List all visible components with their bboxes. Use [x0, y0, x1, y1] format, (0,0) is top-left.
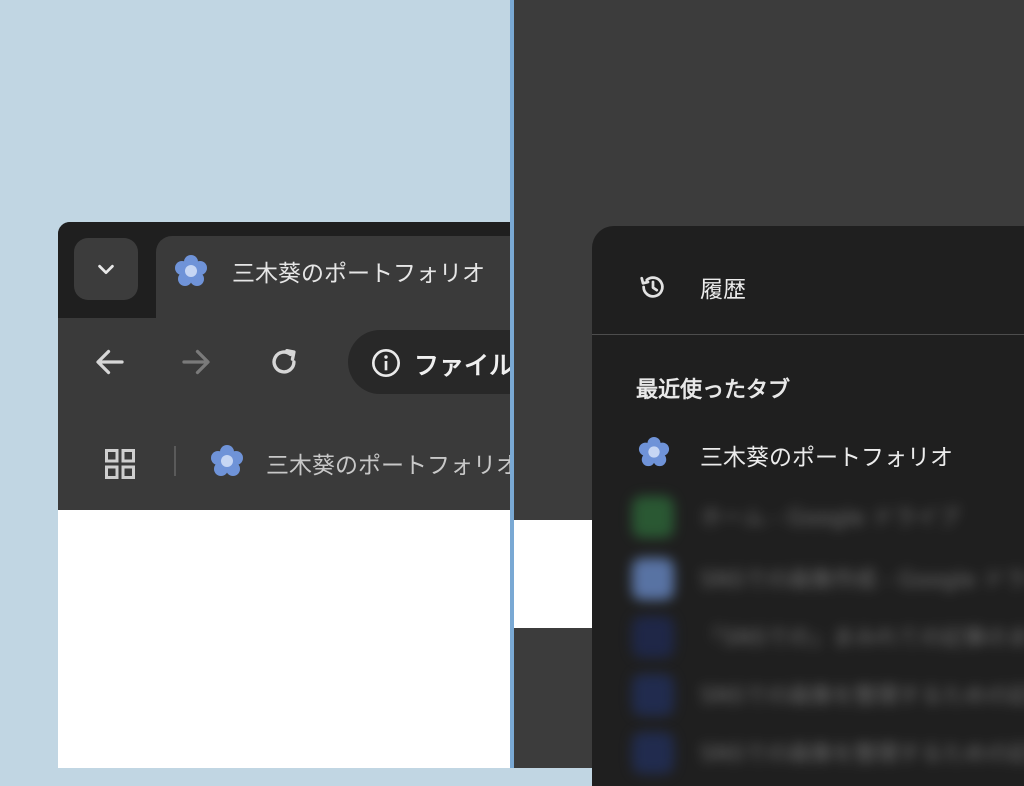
recent-tab-label-blurred: 「SNSでの」まみれての記事のまとめ [700, 626, 1024, 651]
history-menu: 履歴 最近使ったタブ 三木葵のポートフォリオ ホーム - Google ドライブ… [592, 226, 1024, 786]
navigation-toolbar: ファイル [58, 318, 510, 414]
bookmarks-separator [174, 446, 176, 476]
apps-grid-icon[interactable] [102, 446, 138, 482]
flower-favicon-icon [638, 436, 670, 467]
reload-button[interactable] [260, 338, 308, 386]
recent-tab-label-blurred: SNSでの画像を整理するための記事 [700, 684, 1024, 709]
reload-icon [272, 348, 296, 374]
address-bar[interactable]: ファイル [348, 330, 510, 394]
page-content [58, 510, 510, 768]
chevron-down-icon [98, 264, 114, 275]
page-content-strip [514, 520, 594, 628]
menu-item-history-label: 履歴 [700, 277, 746, 303]
recent-tabs-heading: 最近使ったタブ [636, 378, 791, 403]
bookmarks-bar: 三木葵のポートフォリオ [58, 414, 510, 510]
tab-title: 三木葵のポートフォリオ [232, 261, 485, 287]
recent-tab-item-blurred[interactable]: ホーム - Google ドライブ [592, 490, 1024, 544]
browser-window-right: 履歴 最近使ったタブ 三木葵のポートフォリオ ホーム - Google ドライブ… [514, 0, 1024, 786]
history-icon [640, 276, 664, 298]
forward-button[interactable] [172, 338, 220, 386]
recent-tab-item-blurred[interactable]: SNSでの画像を整理するための記事 [592, 668, 1024, 722]
address-bar-text: ファイル [414, 351, 510, 380]
tab-active[interactable]: 三木葵のポートフォリオ [156, 236, 510, 320]
menu-item-history[interactable]: 履歴 [592, 226, 1024, 334]
blurred-favicon-icon [632, 616, 674, 658]
blurred-favicon-icon [632, 496, 674, 538]
recent-tab-item-blurred[interactable]: SNSでの画像を整理するための記事 [592, 726, 1024, 780]
blurred-favicon-icon [632, 674, 674, 716]
recent-tab-label-blurred: ホーム - Google ドライブ [700, 506, 960, 531]
blurred-favicon-icon [632, 558, 674, 600]
tab-strip: 三木葵のポートフォリオ [58, 222, 510, 320]
recent-tab-label-blurred: SNSでの画像を整理するための記事 [700, 742, 1024, 767]
bookmark-label: 三木葵のポートフォリオ [266, 453, 510, 479]
recent-tab-label-blurred: SNSでの画像作成 - Google ドライブ [700, 568, 1024, 593]
recent-tab-label: 三木葵のポートフォリオ [700, 445, 953, 471]
recent-tab-item-blurred[interactable]: 「SNSでの」まみれての記事のまとめ [592, 610, 1024, 664]
browser-window-left: 三木葵のポートフォリオ ファイル 三木葵のポートフォリオ [58, 222, 510, 768]
arrow-left-icon [96, 349, 124, 375]
flower-favicon-icon [175, 255, 207, 286]
info-icon[interactable] [370, 347, 402, 379]
arrow-right-icon [182, 349, 210, 375]
recent-tab-item-blurred[interactable]: SNSでの画像作成 - Google ドライブ [592, 552, 1024, 606]
flower-favicon-icon [211, 445, 243, 476]
tab-search-button[interactable] [74, 238, 138, 300]
recent-tab-item[interactable]: 三木葵のポートフォリオ [592, 428, 1024, 482]
menu-divider [592, 334, 1024, 335]
back-button[interactable] [86, 338, 134, 386]
